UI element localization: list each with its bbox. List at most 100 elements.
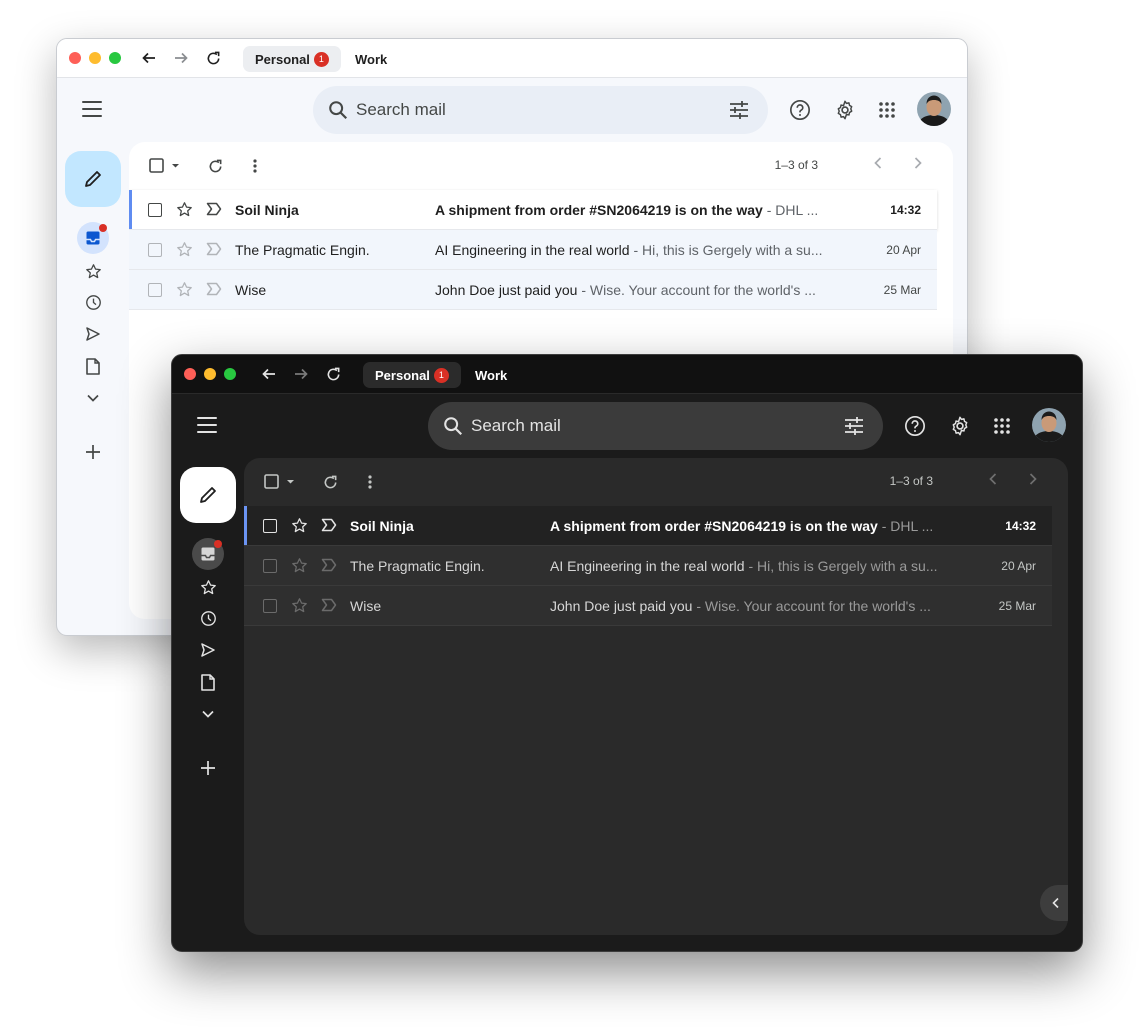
settings-gear-icon[interactable] [833,98,857,122]
search-icon[interactable] [327,99,349,126]
collapse-side-panel-chevron-icon[interactable] [1040,885,1068,921]
important-marker-icon[interactable] [321,558,337,575]
star-icon[interactable] [176,281,193,301]
help-icon[interactable] [788,98,812,122]
back-arrow-icon[interactable] [139,48,159,68]
close-window-button[interactable] [69,52,81,64]
settings-gear-icon[interactable] [948,414,972,438]
add-label-plus-icon[interactable] [77,436,109,468]
email-sender: The Pragmatic Engin. [350,558,485,574]
email-row[interactable]: The Pragmatic Engin. AI Engineering in t… [129,230,937,270]
important-marker-icon[interactable] [206,202,222,219]
next-page-chevron-icon[interactable] [913,156,923,175]
search-input[interactable]: Search mail [471,416,561,436]
user-avatar[interactable] [917,92,951,126]
sent-send-icon[interactable] [77,318,109,350]
main-menu-icon[interactable] [82,101,102,117]
search-bar[interactable]: Search mail [428,402,883,450]
row-checkbox[interactable] [148,243,162,257]
important-marker-icon[interactable] [206,242,222,259]
email-row[interactable]: Soil Ninja A shipment from order #SN2064… [244,506,1052,546]
email-snippet: - DHL ... [877,518,934,534]
star-icon[interactable] [176,201,193,221]
more-options-vertical-icon[interactable] [245,156,265,176]
row-checkbox[interactable] [263,519,277,533]
snoozed-clock-icon[interactable] [192,602,224,634]
mail-list-panel: 1–3 of 3 Soil Ninja A shipment from orde… [244,458,1068,935]
main-menu-icon[interactable] [197,417,217,433]
tab-work[interactable]: Work [463,362,519,388]
starred-nav-star-icon[interactable] [192,571,224,603]
previous-page-chevron-icon[interactable] [988,472,998,491]
email-subject: John Doe just paid you [550,598,693,614]
add-label-plus-icon[interactable] [192,752,224,784]
email-subject: A shipment from order #SN2064219 is on t… [435,202,763,218]
mail-toolbar: 1–3 of 3 [244,458,1068,506]
pagination-count: 1–3 of 3 [774,158,818,172]
email-row[interactable]: Wise John Doe just paid you - Wise. Your… [244,586,1052,626]
next-page-chevron-icon[interactable] [1028,472,1038,491]
star-icon[interactable] [176,241,193,261]
email-sender: Soil Ninja [350,518,414,534]
tab-personal[interactable]: Personal 1 [363,362,461,388]
row-checkbox[interactable] [148,203,162,217]
email-sender: The Pragmatic Engin. [235,242,370,258]
minimize-window-button[interactable] [204,368,216,380]
search-icon[interactable] [442,415,464,442]
back-arrow-icon[interactable] [259,364,279,384]
search-input[interactable]: Search mail [356,100,446,120]
maximize-window-button[interactable] [109,52,121,64]
select-all-checkbox[interactable] [147,156,183,176]
important-marker-icon[interactable] [206,282,222,299]
search-options-icon[interactable] [843,416,865,441]
apps-grid-icon[interactable] [990,414,1014,438]
more-chevron-down-icon[interactable] [192,698,224,730]
drafts-file-icon[interactable] [192,666,224,698]
drafts-file-icon[interactable] [77,350,109,382]
email-row[interactable]: Wise John Doe just paid you - Wise. Your… [129,270,937,310]
email-date: 14:32 [1005,519,1036,533]
unread-badge: 1 [313,51,329,67]
email-date: 20 Apr [1001,559,1036,573]
reload-icon[interactable] [323,364,343,384]
search-options-icon[interactable] [728,100,750,125]
sent-send-icon[interactable] [192,634,224,666]
previous-page-chevron-icon[interactable] [873,156,883,175]
email-subject-line: AI Engineering in the real world - Hi, t… [435,242,830,258]
maximize-window-button[interactable] [224,368,236,380]
snoozed-clock-icon[interactable] [77,286,109,318]
select-all-checkbox[interactable] [262,472,298,492]
email-row[interactable]: Soil Ninja A shipment from order #SN2064… [129,190,937,230]
tab-personal[interactable]: Personal 1 [243,46,341,72]
user-avatar[interactable] [1032,408,1066,442]
tab-work[interactable]: Work [343,46,399,72]
forward-arrow-icon[interactable] [291,364,311,384]
email-row[interactable]: The Pragmatic Engin. AI Engineering in t… [244,546,1052,586]
more-chevron-down-icon[interactable] [77,382,109,414]
more-options-vertical-icon[interactable] [360,472,380,492]
inbox-nav-item[interactable] [192,538,224,570]
email-sender: Wise [350,598,382,614]
row-checkbox[interactable] [148,283,162,297]
compose-button[interactable] [180,467,236,523]
row-checkbox[interactable] [263,559,277,573]
apps-grid-icon[interactable] [875,98,899,122]
starred-nav-star-icon[interactable] [77,255,109,287]
star-icon[interactable] [291,517,308,537]
compose-button[interactable] [65,151,121,207]
row-checkbox[interactable] [263,599,277,613]
star-icon[interactable] [291,597,308,617]
close-window-button[interactable] [184,368,196,380]
forward-arrow-icon[interactable] [171,48,191,68]
help-icon[interactable] [903,414,927,438]
important-marker-icon[interactable] [321,598,337,615]
refresh-icon[interactable] [205,156,225,176]
minimize-window-button[interactable] [89,52,101,64]
important-marker-icon[interactable] [321,518,337,535]
email-date: 25 Mar [883,283,921,297]
inbox-nav-item[interactable] [77,222,109,254]
reload-icon[interactable] [203,48,223,68]
star-icon[interactable] [291,557,308,577]
search-bar[interactable]: Search mail [313,86,768,134]
refresh-icon[interactable] [320,472,340,492]
